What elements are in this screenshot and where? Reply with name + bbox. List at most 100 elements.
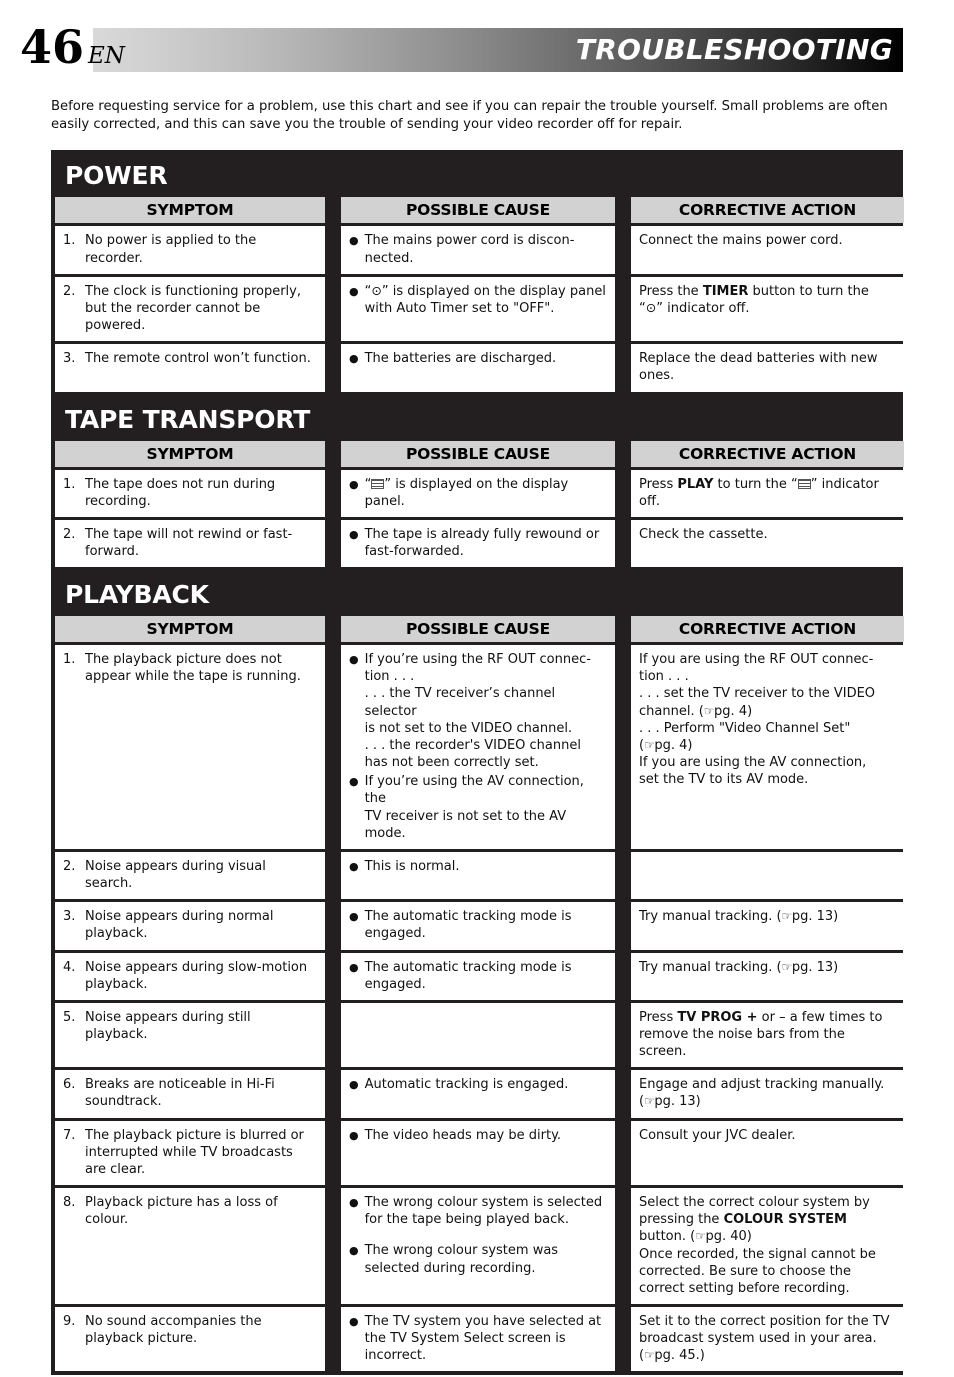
cause-line: is not set to the VIDEO channel. [364, 720, 573, 736]
action-text: Press PLAY to turn the “” indicator off. [639, 476, 896, 510]
action-text: Select the correct colour system by pres… [639, 1194, 896, 1297]
cell-corrective-action: Connect the mains power cord. [631, 226, 904, 274]
action-text: Try manual tracking. (☞pg. 13) [639, 959, 896, 976]
page-header: TROUBLESHOOTING 46 EN [20, 24, 903, 84]
cell-corrective-action: Press the TIMER button to turn the “⊙” i… [631, 276, 904, 342]
action-line: Set it to the correct position for the T… [639, 1314, 890, 1329]
hand-pointer-icon: ☞ [781, 909, 793, 924]
cell-symptom: 8. Playback picture has a loss of colour… [55, 1188, 325, 1304]
cell-symptom: 7. The playback picture is blurred or in… [55, 1120, 325, 1186]
cell-possible-cause: ● “⊙” is displayed on the display panel … [341, 276, 615, 342]
cause-text: The mains power cord is discon- nected. [365, 232, 607, 266]
symptom-text: The remote control won’t function. [85, 351, 311, 367]
action-text: Try manual tracking. (☞pg. 13) [639, 908, 896, 925]
action-text: Connect the mains power cord. [639, 233, 843, 249]
section-playback: PLAYBACK SYMPTOM POSSIBLE CAUSE CORRECTI… [51, 571, 904, 1376]
table-row: 8. Playback picture has a loss of colour… [54, 1188, 904, 1304]
cause-text: Automatic tracking is engaged. [364, 1077, 569, 1093]
action-line: Press [639, 1009, 678, 1025]
symptom-text: Playback picture has a loss of colour. [85, 1195, 278, 1228]
cell-corrective-action: Consult your JVC dealer. [631, 1120, 904, 1186]
row-number: 2. [63, 858, 76, 874]
hand-pointer-icon: ☞ [781, 959, 793, 974]
table-power: SYMPTOM POSSIBLE CAUSE CORRECTIVE ACTION… [51, 197, 904, 395]
column-header-corrective-action: CORRECTIVE ACTION [631, 440, 904, 467]
cause-line: ” is displayed on the display panel with… [364, 283, 606, 316]
bullet-icon: ● [349, 352, 359, 366]
cause-line: tion . . . [364, 669, 415, 685]
cell-corrective-action: Replace the dead batteries with new ones… [631, 344, 904, 392]
row-number: 5. [63, 1009, 76, 1025]
column-header-symptom: SYMPTOM [55, 440, 325, 467]
table-row: 2. Noise appears during visual search. ●… [54, 851, 904, 900]
action-line: button. ( [639, 1229, 696, 1245]
action-line: Select the correct colour system by [639, 1195, 870, 1211]
cell-corrective-action: Press TV PROG + or – a few times to remo… [631, 1002, 904, 1068]
cell-possible-cause: ● Automatic tracking is engaged. [341, 1070, 615, 1118]
row-number: 4. [63, 959, 76, 975]
page-title: TROUBLESHOOTING [575, 32, 893, 66]
cause-text: This is normal. [364, 858, 460, 874]
cell-corrective-action: Try manual tracking. (☞pg. 13) [631, 902, 904, 950]
table-header-row: SYMPTOM POSSIBLE CAUSE CORRECTIVE ACTION [54, 616, 904, 643]
table-tape-transport: SYMPTOM POSSIBLE CAUSE CORRECTIVE ACTION… [51, 440, 904, 572]
action-text: Consult your JVC dealer. [639, 1127, 796, 1143]
page-reference: pg. 13) [791, 959, 839, 975]
cassette-indicator-icon [371, 478, 385, 489]
bullet-icon: ● [349, 1196, 359, 1210]
cause-line: If you’re using the AV connection, the [364, 774, 584, 807]
cause-line: TV receiver is not set to the AV mode. [364, 808, 567, 841]
bullet-icon: ● [349, 1315, 359, 1328]
cell-possible-cause: ● The automatic tracking mode is engaged… [341, 902, 615, 950]
action-line: Try manual tracking. ( [639, 959, 782, 975]
cell-symptom: 4. Noise appears during slow-motion play… [55, 952, 325, 1000]
symptom-text: The tape will not rewind or fast-forward… [85, 526, 293, 559]
bullet-icon: ● [349, 960, 359, 974]
cell-possible-cause [341, 1002, 615, 1068]
symptom-text: No sound accompanies the playback pictur… [85, 1314, 262, 1347]
action-line: pressing the [639, 1212, 724, 1228]
page-number-group: 46 EN [20, 24, 125, 70]
cause-text: The wrong colour system was selected dur… [364, 1243, 559, 1276]
cell-possible-cause: ● The batteries are discharged. [341, 344, 615, 392]
clock-icon: ⊙ [371, 282, 382, 298]
page-reference: pg. 4) [714, 703, 753, 719]
cell-possible-cause: ● The automatic tracking mode is engaged… [341, 952, 615, 1000]
table-row: 3. Noise appears during normal playback.… [54, 902, 904, 950]
row-number: 3. [63, 351, 76, 367]
page-reference: pg. 4) [654, 737, 693, 753]
row-number: 8. [63, 1195, 76, 1211]
table-row: 6. Breaks are noticeable in Hi-Fi soundt… [54, 1070, 904, 1118]
bullet-icon: ● [349, 284, 359, 298]
symptom-text: Breaks are noticeable in Hi-Fi soundtrac… [85, 1077, 275, 1110]
table-row: 3. The remote control won’t function. ● … [54, 344, 904, 392]
cell-symptom: 1. The tape does not run during recordin… [55, 469, 325, 517]
cell-symptom: 3. Noise appears during normal playback. [55, 902, 325, 950]
action-line: Press the [639, 283, 703, 299]
action-line: If you are using the RF OUT connec- [639, 652, 874, 668]
column-header-corrective-action: CORRECTIVE ACTION [631, 197, 904, 224]
row-number: 1. [63, 652, 76, 668]
column-header-possible-cause: POSSIBLE CAUSE [341, 616, 615, 643]
table-row: 2. The tape will not rewind or fast-forw… [54, 519, 904, 568]
clock-icon: ⊙ [645, 299, 657, 315]
cause-text: The TV system you have selected at the T… [364, 1314, 602, 1364]
action-line: Once recorded, the signal cannot be [639, 1246, 876, 1262]
bullet-icon: ● [349, 527, 359, 541]
row-number: 7. [63, 1127, 76, 1143]
action-line: ” indicator off. [656, 300, 750, 316]
row-number: 1. [63, 476, 76, 492]
section-power: POWER SYMPTOM POSSIBLE CAUSE CORRECTIVE … [51, 150, 904, 396]
bullet-icon: ● [349, 859, 359, 873]
table-header-row: SYMPTOM POSSIBLE CAUSE CORRECTIVE ACTION [54, 197, 904, 224]
cell-symptom: 2. The clock is functioning properly, bu… [55, 276, 325, 342]
page-reference: pg. 40) [705, 1229, 752, 1245]
action-line: tion . . . [639, 669, 689, 685]
cause-text: The tape is already fully rewound or fas… [364, 526, 600, 559]
cell-possible-cause: ● The video heads may be dirty. [341, 1120, 615, 1186]
section-title-tape-transport: TAPE TRANSPORT [65, 404, 311, 434]
hand-pointer-icon: ☞ [644, 1348, 655, 1363]
row-number: 2. [63, 526, 76, 542]
row-number: 2. [63, 283, 76, 299]
cell-symptom: 1. The playback picture does not appear … [55, 645, 325, 849]
